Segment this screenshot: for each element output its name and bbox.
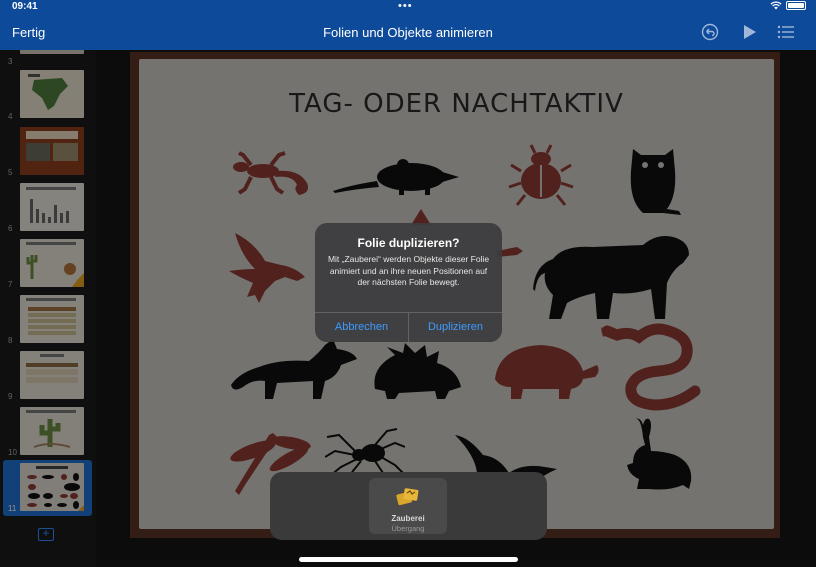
alert-message: Mit „Zauberei“ werden Objekte dieser Fol… xyxy=(327,254,490,287)
duplicate-slide-alert: Folie duplizieren? Mit „Zauberei“ werden… xyxy=(315,223,502,342)
list-icon[interactable] xyxy=(776,22,796,42)
status-time: 09:41 xyxy=(12,1,38,12)
duplicate-button[interactable]: Duplizieren xyxy=(408,313,502,342)
multitasking-dots-icon[interactable]: ••• xyxy=(398,0,413,12)
transition-name: Zauberei xyxy=(391,514,425,523)
alert-title: Folie duplizieren? xyxy=(357,236,460,250)
cancel-button[interactable]: Abbrechen xyxy=(315,313,408,342)
status-icons xyxy=(770,1,806,10)
status-bar: 09:41 ••• xyxy=(0,0,816,14)
page-title: Folien und Objekte animieren xyxy=(323,25,493,40)
alert-buttons: Abbrechen Duplizieren xyxy=(315,312,502,342)
transition-subtitle: Übergang xyxy=(391,524,425,533)
play-icon[interactable] xyxy=(739,22,759,42)
transition-panel: Zauberei Übergang xyxy=(270,472,547,540)
toolbar: Fertig Folien und Objekte animieren xyxy=(0,14,816,50)
magic-move-icon xyxy=(396,488,419,506)
battery-icon xyxy=(786,1,806,10)
magic-move-transition[interactable]: Zauberei Übergang xyxy=(369,478,447,534)
home-indicator[interactable] xyxy=(299,557,518,562)
wifi-icon xyxy=(770,1,782,10)
undo-icon[interactable] xyxy=(700,22,720,42)
